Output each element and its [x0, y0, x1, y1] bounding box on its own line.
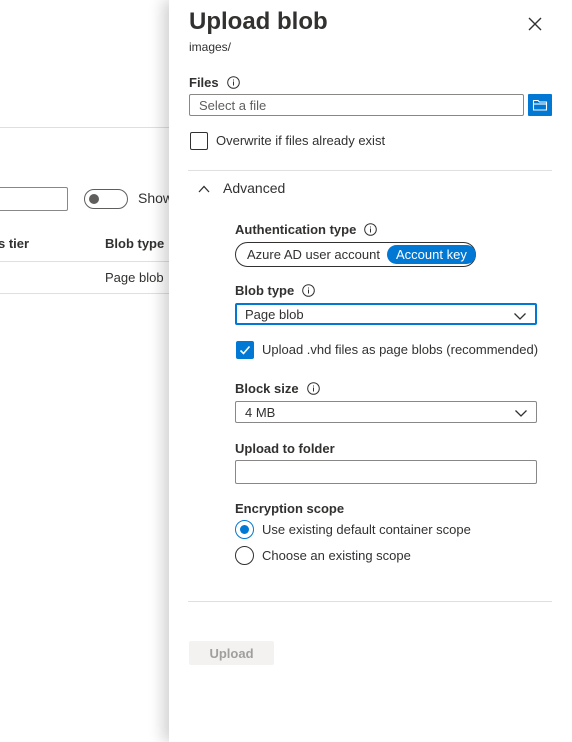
- column-header-access-tier[interactable]: s tier: [0, 236, 29, 251]
- close-button[interactable]: [523, 12, 547, 36]
- folder-icon: [532, 99, 548, 111]
- table-row-divider: [0, 261, 170, 262]
- block-size-label: Block size: [235, 381, 320, 396]
- chevron-up-icon: [198, 185, 210, 193]
- table-row-divider: [0, 293, 170, 294]
- upload-folder-input[interactable]: [235, 460, 537, 484]
- upload-folder-label: Upload to folder: [235, 441, 335, 456]
- overwrite-checkbox[interactable]: [190, 132, 208, 150]
- background-divider: [0, 127, 170, 128]
- radio-default-scope[interactable]: [235, 520, 254, 539]
- radio-existing-scope-label: Choose an existing scope: [262, 548, 411, 563]
- blob-type-dropdown[interactable]: Page blob: [235, 303, 537, 325]
- show-toggle-label: Show: [138, 190, 170, 206]
- radio-existing-scope[interactable]: [235, 546, 254, 565]
- close-icon: [528, 17, 542, 31]
- background-page: Show s tier Blob type Page blob: [0, 0, 170, 742]
- toggle-knob: [89, 194, 99, 204]
- files-label-text: Files: [189, 75, 219, 90]
- auth-option-azure-ad[interactable]: Azure AD user account: [238, 245, 389, 264]
- column-header-blob-type[interactable]: Blob type: [105, 236, 164, 251]
- blob-type-value: Page blob: [245, 307, 304, 322]
- blob-type-label-text: Blob type: [235, 283, 295, 298]
- block-size-label-text: Block size: [235, 381, 299, 396]
- encryption-scope-label: Encryption scope: [235, 501, 345, 516]
- auth-type-label: Authentication type: [235, 222, 378, 237]
- show-toggle[interactable]: [84, 189, 128, 209]
- upload-blob-panel: Upload blob images/ Files Overwrite if f…: [169, 0, 572, 742]
- panel-subtitle: images/: [189, 40, 232, 54]
- checkmark-icon: [239, 345, 251, 355]
- chevron-down-icon: [514, 313, 526, 320]
- upload-vhd-label: Upload .vhd files as page blobs (recomme…: [262, 342, 539, 357]
- file-select-input[interactable]: [189, 94, 524, 116]
- auth-option-account-key[interactable]: Account key: [387, 245, 476, 264]
- info-icon[interactable]: [302, 284, 316, 297]
- radio-selected-dot: [240, 525, 249, 534]
- table-cell-blob-type: Page blob: [105, 270, 164, 285]
- upload-vhd-checkbox[interactable]: [236, 341, 254, 359]
- info-icon[interactable]: [306, 382, 320, 395]
- panel-title: Upload blob: [189, 8, 328, 35]
- auth-type-toggle: Azure AD user account Account key: [235, 242, 476, 267]
- info-icon[interactable]: [364, 223, 378, 236]
- browse-files-button[interactable]: [528, 94, 552, 116]
- chevron-down-icon: [515, 410, 527, 417]
- auth-type-label-text: Authentication type: [235, 222, 357, 237]
- block-size-dropdown[interactable]: 4 MB: [235, 401, 537, 423]
- advanced-section-label: Advanced: [223, 180, 286, 196]
- section-divider: [188, 170, 552, 171]
- background-filter-input[interactable]: [0, 187, 68, 211]
- footer-divider: [188, 601, 552, 602]
- overwrite-label: Overwrite if files already exist: [216, 133, 386, 148]
- block-size-value: 4 MB: [245, 405, 276, 420]
- info-icon[interactable]: [226, 76, 240, 89]
- radio-default-scope-label: Use existing default container scope: [262, 522, 471, 537]
- files-label: Files: [189, 75, 240, 90]
- upload-button[interactable]: Upload: [189, 641, 274, 665]
- blob-type-label: Blob type: [235, 283, 316, 298]
